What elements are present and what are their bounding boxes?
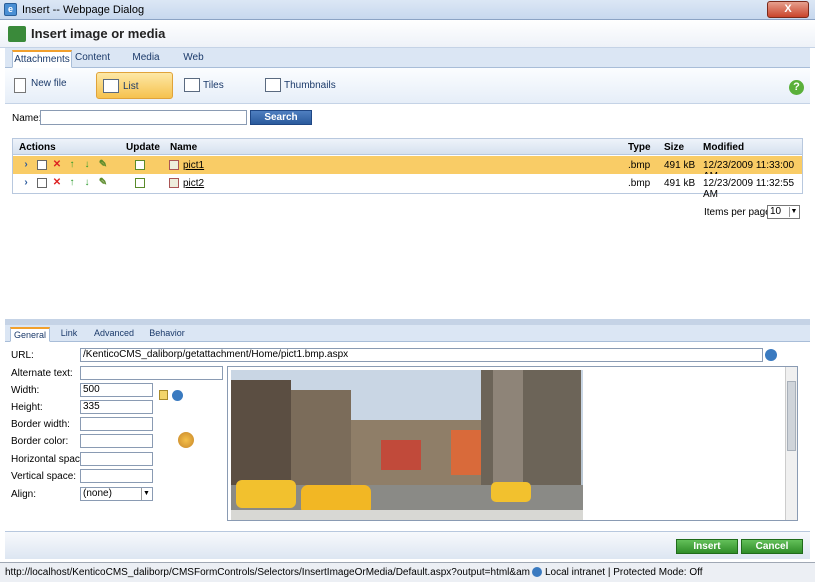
move-down-icon[interactable]: ↓: [82, 178, 92, 188]
globe-icon[interactable]: [765, 349, 777, 361]
col-size[interactable]: Size: [664, 142, 684, 153]
preview-scrollbar[interactable]: [785, 367, 797, 520]
tab-behavior[interactable]: Behavior: [148, 327, 186, 342]
scrollbar-thumb[interactable]: [787, 381, 796, 451]
items-per-page-label: Items per page:: [704, 207, 774, 218]
file-type: .bmp: [628, 160, 651, 171]
move-down-icon[interactable]: ↓: [82, 160, 92, 170]
height-label: Height:: [11, 402, 43, 413]
delete-icon[interactable]: ✕: [52, 178, 62, 188]
image-preview: [227, 366, 798, 521]
border-width-label: Border width:: [11, 419, 70, 430]
file-size: 491 kB: [664, 160, 696, 171]
file-name-link[interactable]: pict1: [183, 160, 204, 171]
city-street-image: [231, 370, 583, 520]
url-label: URL:: [11, 350, 34, 361]
bmp-file-icon: [169, 160, 179, 170]
source-tabs: Attachments Content Media libraries Web: [5, 48, 810, 79]
thumbnails-icon: [265, 78, 281, 92]
search-button[interactable]: Search: [250, 110, 312, 125]
height-field[interactable]: 335: [80, 400, 153, 414]
align-label: Align:: [11, 489, 37, 500]
hspace-field[interactable]: [80, 452, 153, 466]
view-thumbnails-button[interactable]: Thumbnails: [262, 72, 342, 99]
color-palette-icon[interactable]: [178, 432, 194, 448]
insert-button[interactable]: Insert: [676, 539, 738, 554]
bmp-file-icon: [169, 178, 179, 188]
col-update: Update: [126, 142, 160, 153]
hspace-label: Horizontal space:: [11, 454, 89, 465]
vspace-label: Vertical space:: [11, 471, 77, 482]
view-toolbar: New file List Tiles Thumbnails ?: [5, 68, 810, 104]
grid-header: Actions Update Name Type Size Modified: [13, 139, 802, 155]
update-icon[interactable]: [135, 160, 145, 170]
title-bar: e Insert -- Webpage Dialog X: [0, 0, 815, 20]
lock-icon[interactable]: [159, 390, 168, 400]
view-icon[interactable]: [37, 178, 47, 188]
file-modified: 12/23/2009 11:32:55 AM: [703, 178, 795, 200]
properties-tabs: General Link Advanced Behavior: [5, 325, 810, 342]
tab-link[interactable]: Link: [59, 327, 79, 342]
tiles-icon: [184, 78, 200, 92]
page-title: Insert image or media: [31, 26, 166, 41]
select-arrow-icon[interactable]: ›: [21, 178, 31, 188]
file-size: 491 kB: [664, 178, 696, 189]
view-icon[interactable]: [37, 160, 47, 170]
security-zone: Local intranet | Protected Mode: Off: [545, 567, 703, 578]
select-arrow-icon[interactable]: ›: [21, 160, 31, 170]
file-type: .bmp: [628, 178, 651, 189]
view-tiles-button[interactable]: Tiles: [181, 72, 241, 99]
insert-media-icon: [8, 26, 26, 42]
table-row[interactable]: › ✕ ↑ ↓ ✎ pict2 .bmp 491 kB 12/23/2009 1…: [13, 174, 802, 200]
tab-general[interactable]: General: [10, 327, 50, 342]
col-modified[interactable]: Modified: [703, 142, 744, 153]
list-icon: [103, 79, 119, 93]
col-type[interactable]: Type: [628, 142, 651, 153]
close-button[interactable]: X: [767, 1, 809, 18]
status-bar: http://localhost/KenticoCMS_daliborp/CMS…: [0, 562, 815, 582]
tab-content[interactable]: Content: [75, 50, 110, 68]
align-select[interactable]: (none) ▼: [80, 487, 153, 501]
chevron-down-icon: ▼: [789, 207, 798, 217]
name-search-input[interactable]: [40, 110, 247, 125]
status-url: http://localhost/KenticoCMS_daliborp/CMS…: [5, 567, 530, 578]
border-color-label: Border color:: [11, 436, 69, 447]
alt-text-label: Alternate text:: [11, 368, 73, 379]
tab-advanced[interactable]: Advanced: [94, 327, 134, 342]
move-up-icon[interactable]: ↑: [67, 160, 77, 170]
col-name[interactable]: Name: [170, 142, 197, 153]
chevron-down-icon: ▼: [141, 488, 151, 500]
window-title: Insert -- Webpage Dialog: [22, 4, 145, 16]
new-file-button[interactable]: New file: [11, 72, 81, 99]
width-label: Width:: [11, 385, 40, 396]
border-color-field[interactable]: [80, 434, 153, 448]
delete-icon[interactable]: ✕: [52, 160, 62, 170]
alt-text-field[interactable]: [80, 366, 223, 380]
attachments-grid: Actions Update Name Type Size Modified ›…: [12, 138, 803, 200]
new-file-icon: [14, 78, 26, 93]
tab-attachments[interactable]: Attachments: [12, 50, 72, 68]
tab-media-libraries[interactable]: Media libraries: [116, 50, 176, 79]
url-field[interactable]: /KenticoCMS_daliborp/getattachment/Home/…: [80, 348, 763, 362]
table-row[interactable]: › ✕ ↑ ↓ ✎ pict1 .bmp 491 kB 12/23/2009 1…: [13, 156, 802, 182]
tab-web[interactable]: Web: [181, 50, 206, 68]
edit-icon[interactable]: ✎: [98, 160, 108, 170]
ie-window-icon: e: [4, 3, 17, 16]
view-list-button[interactable]: List: [96, 72, 173, 99]
update-icon[interactable]: [135, 178, 145, 188]
refresh-icon[interactable]: [172, 390, 183, 401]
move-up-icon[interactable]: ↑: [67, 178, 77, 188]
cancel-button[interactable]: Cancel: [741, 539, 803, 554]
intranet-globe-icon: [532, 567, 542, 577]
border-width-field[interactable]: [80, 417, 153, 431]
items-per-page-select[interactable]: 10 ▼: [767, 205, 800, 219]
vspace-field[interactable]: [80, 469, 153, 483]
col-actions: Actions: [19, 142, 56, 153]
edit-icon[interactable]: ✎: [98, 178, 108, 188]
width-field[interactable]: 500: [80, 383, 153, 397]
file-name-link[interactable]: pict2: [183, 178, 204, 189]
help-icon[interactable]: ?: [789, 80, 804, 95]
dialog-header: Insert image or media: [0, 20, 815, 48]
name-label: Name:: [12, 113, 42, 124]
